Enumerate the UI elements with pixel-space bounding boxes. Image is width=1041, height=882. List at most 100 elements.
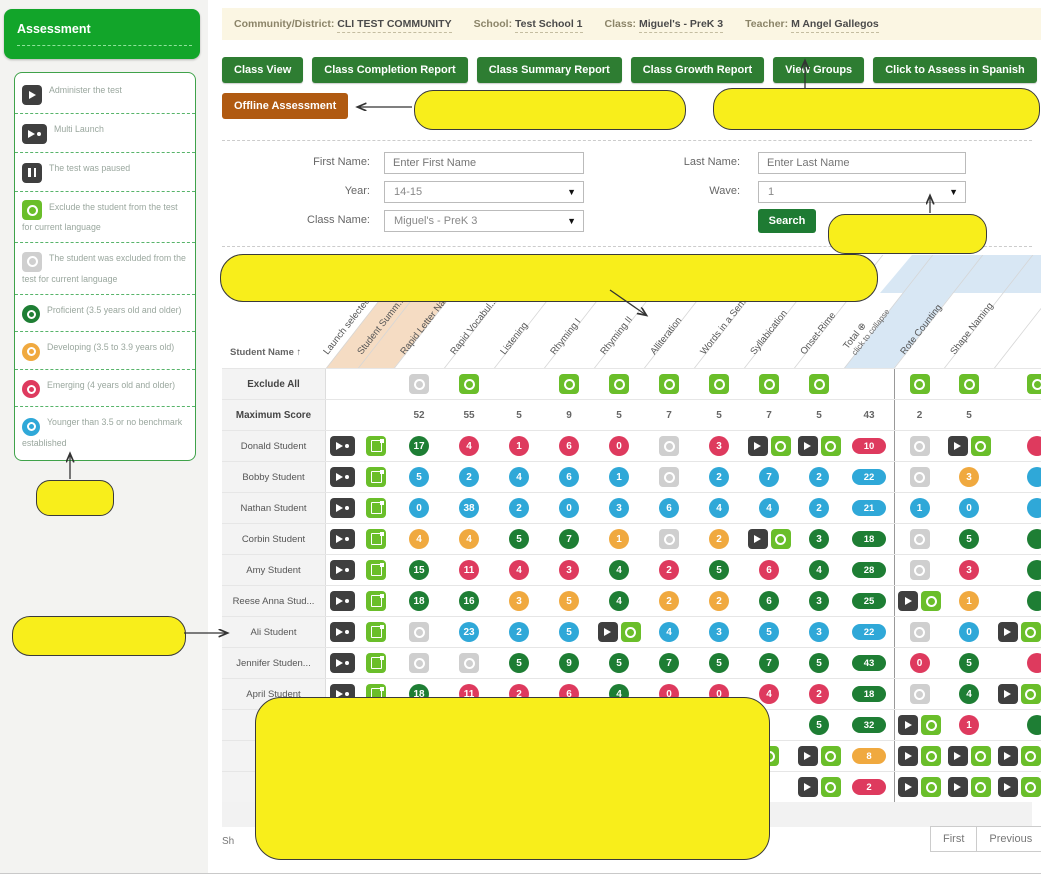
excluded-icon[interactable] <box>409 374 429 394</box>
administer-test-icon[interactable] <box>898 715 918 735</box>
class-name-select[interactable]: Miguel's - PreK 3 ▼ <box>384 210 584 232</box>
exclude-toggle-icon[interactable] <box>1020 746 1041 766</box>
exclude-toggle-icon[interactable] <box>609 374 629 394</box>
student-summary-icon[interactable] <box>366 436 386 456</box>
excluded-icon[interactable] <box>909 560 930 580</box>
exclude-toggle-icon[interactable] <box>970 436 991 456</box>
exclude-toggle-icon[interactable] <box>959 374 979 394</box>
multi-launch-icon[interactable] <box>329 653 355 673</box>
student-name-cell[interactable]: Reese Anna Stud... <box>222 586 326 616</box>
exclude-toggle-icon[interactable] <box>970 777 991 797</box>
exclude-toggle-icon[interactable] <box>921 777 941 797</box>
column-header-sn[interactable]: Shape Naming <box>948 255 1020 357</box>
multi-launch-icon[interactable] <box>329 560 355 580</box>
excluded-icon[interactable] <box>659 436 679 456</box>
exclude-toggle-icon[interactable] <box>22 200 42 220</box>
multi-launch-icon[interactable] <box>329 591 355 611</box>
administer-test-icon[interactable] <box>997 684 1018 704</box>
exclude-toggle-icon[interactable] <box>820 746 841 766</box>
administer-test-icon[interactable] <box>997 777 1018 797</box>
exclude-toggle-icon[interactable] <box>1020 777 1041 797</box>
exclude-toggle-icon[interactable] <box>970 746 991 766</box>
exclude-toggle-icon[interactable] <box>909 374 930 394</box>
search-button[interactable]: Search <box>758 209 816 233</box>
student-name-cell[interactable]: Donald Student <box>222 431 326 461</box>
student-name-cell[interactable]: Ali Student <box>222 617 326 647</box>
excluded-icon[interactable] <box>909 436 930 456</box>
exclude-toggle-icon[interactable] <box>759 374 779 394</box>
administer-test-icon[interactable] <box>597 622 618 642</box>
exclude-toggle-icon[interactable] <box>1027 374 1041 394</box>
administer-test-icon[interactable] <box>997 746 1018 766</box>
exclude-toggle-icon[interactable] <box>620 622 641 642</box>
student-summary-icon[interactable] <box>366 560 386 580</box>
administer-test-icon[interactable] <box>797 746 818 766</box>
student-name-cell[interactable]: Bobby Student <box>222 462 326 492</box>
exclude-toggle-icon[interactable] <box>770 529 791 549</box>
toolbar-button-click-to-assess-in-spanish[interactable]: Click to Assess in Spanish <box>873 57 1037 83</box>
excluded-icon[interactable] <box>459 653 479 673</box>
student-summary-icon[interactable] <box>366 529 386 549</box>
student-summary-icon[interactable] <box>366 498 386 518</box>
student-summary-icon[interactable] <box>366 622 386 642</box>
pagination-previous-button[interactable]: Previous <box>977 826 1041 852</box>
exclude-toggle-icon[interactable] <box>1020 684 1041 704</box>
exclude-toggle-icon[interactable] <box>709 374 729 394</box>
exclude-toggle-icon[interactable] <box>921 746 941 766</box>
exclude-toggle-icon[interactable] <box>559 374 579 394</box>
administer-test-icon[interactable] <box>797 436 818 456</box>
administer-test-icon[interactable] <box>898 591 918 611</box>
exclude-toggle-icon[interactable] <box>659 374 679 394</box>
excluded-icon[interactable] <box>909 529 930 549</box>
multi-launch-icon[interactable] <box>329 467 355 487</box>
administer-test-icon[interactable] <box>947 777 968 797</box>
excluded-icon[interactable] <box>909 467 930 487</box>
student-name-cell[interactable]: Amy Student <box>222 555 326 585</box>
administer-test-icon[interactable] <box>797 777 818 797</box>
excluded-icon[interactable] <box>909 684 930 704</box>
offline-assessment-button[interactable]: Offline Assessment <box>222 93 349 119</box>
student-summary-icon[interactable] <box>366 653 386 673</box>
year-select[interactable]: 14-15 ▼ <box>384 181 584 203</box>
student-name-cell[interactable]: Jennifer Studen... <box>222 648 326 678</box>
wave-select[interactable]: 1 ▼ <box>758 181 966 203</box>
excluded-icon[interactable] <box>659 529 679 549</box>
assessment-menu-button[interactable]: Assessment <box>4 9 200 59</box>
student-name-header[interactable]: Student Name ↑ <box>230 347 301 358</box>
first-name-input[interactable] <box>384 152 584 174</box>
administer-test-icon[interactable] <box>22 85 42 105</box>
student-summary-icon[interactable] <box>366 591 386 611</box>
student-name-cell[interactable]: Nathan Student <box>222 493 326 523</box>
student-name-cell[interactable]: Corbin Student <box>222 524 326 554</box>
exclude-toggle-icon[interactable] <box>820 777 841 797</box>
exclude-toggle-icon[interactable] <box>770 436 791 456</box>
exclude-toggle-icon[interactable] <box>459 374 479 394</box>
exclude-toggle-icon[interactable] <box>1020 622 1041 642</box>
excluded-icon[interactable] <box>659 467 679 487</box>
toolbar-button-class-completion-report[interactable]: Class Completion Report <box>312 57 468 83</box>
multi-launch-icon[interactable] <box>329 436 355 456</box>
student-summary-icon[interactable] <box>366 467 386 487</box>
pagination-first-button[interactable]: First <box>930 826 978 852</box>
toolbar-button-class-view[interactable]: Class View <box>222 57 304 83</box>
excluded-icon[interactable] <box>22 251 42 272</box>
multi-launch-icon[interactable] <box>329 498 355 518</box>
toolbar-button-view-groups[interactable]: View Groups <box>773 57 865 83</box>
multi-launch-icon[interactable] <box>329 529 355 549</box>
administer-test-icon[interactable] <box>747 529 768 549</box>
multi-launch-icon[interactable] <box>329 622 355 642</box>
administer-test-icon[interactable] <box>997 622 1018 642</box>
administer-test-icon[interactable] <box>747 436 768 456</box>
administer-test-icon[interactable] <box>947 436 968 456</box>
excluded-icon[interactable] <box>409 653 429 673</box>
exclude-toggle-icon[interactable] <box>921 715 941 735</box>
toolbar-button-class-summary-report[interactable]: Class Summary Report <box>476 57 622 83</box>
toolbar-button-class-growth-report[interactable]: Class Growth Report <box>630 57 765 83</box>
excluded-icon[interactable] <box>909 622 930 642</box>
last-name-input[interactable] <box>758 152 966 174</box>
exclude-toggle-icon[interactable] <box>820 436 841 456</box>
administer-test-icon[interactable] <box>898 746 918 766</box>
excluded-icon[interactable] <box>409 622 429 642</box>
administer-test-icon[interactable] <box>898 777 918 797</box>
exclude-toggle-icon[interactable] <box>921 591 941 611</box>
